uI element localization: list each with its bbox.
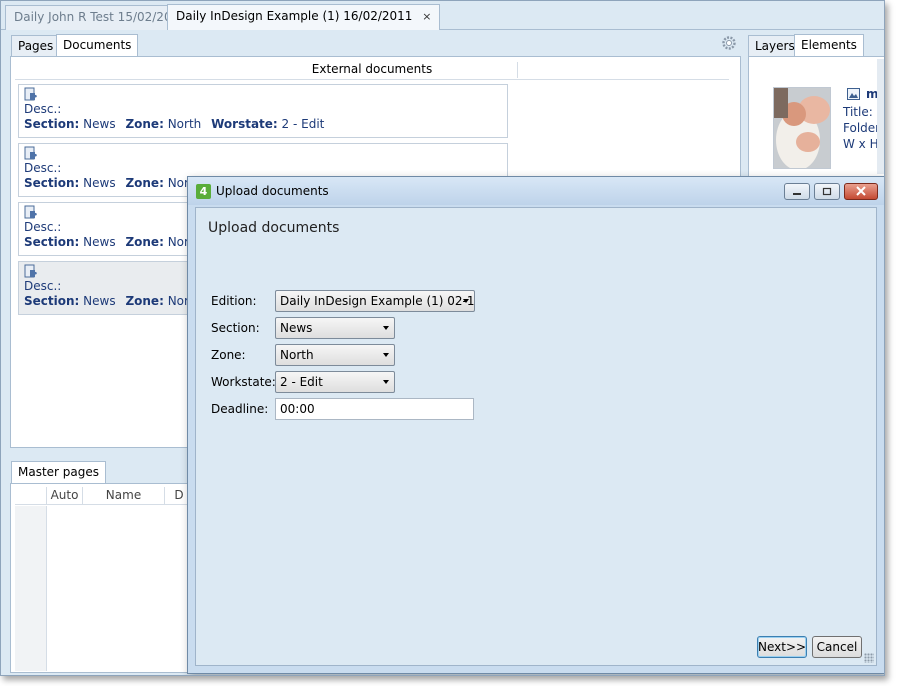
tab-documents-label: Documents [63, 38, 132, 52]
image-type-icon [847, 88, 860, 100]
tab-elements-label: Elements [801, 38, 857, 52]
tab-documents[interactable]: Documents [56, 34, 139, 57]
dialog-body: Upload documents Edition: Daily InDesign… [195, 207, 877, 666]
document-puzzle-icon [24, 146, 37, 160]
application-window: Daily John R Test 15/02/2011 Daily InDes… [0, 0, 885, 676]
master-pages-grid-header: Auto Name D [15, 487, 193, 505]
workstate-label: Worstate: [211, 117, 278, 131]
tab-pages[interactable]: Pages [11, 35, 61, 57]
zone-select[interactable]: North [275, 344, 395, 366]
dialog-heading: Upload documents [208, 220, 340, 236]
document-puzzle-icon [24, 264, 37, 278]
tab-label: Daily InDesign Example (1) 16/02/2011 [176, 9, 413, 23]
row-header-column [15, 506, 47, 671]
tab-elements[interactable]: Elements [794, 34, 864, 57]
tab-master-pages[interactable]: Master pages [11, 461, 107, 484]
section-label: Section: [24, 294, 80, 308]
minimize-icon [793, 193, 801, 195]
column-header-name[interactable]: Name [83, 487, 165, 505]
section-value: News [83, 294, 116, 308]
close-window-button[interactable] [844, 183, 878, 200]
workstate-select-value: 2 - Edit [280, 375, 323, 389]
dialog-title: Upload documents [216, 184, 329, 198]
edition-label: Edition: [211, 294, 257, 308]
close-icon [856, 186, 866, 196]
tab-daily-indesign-example[interactable]: Daily InDesign Example (1) 16/02/2011 × [167, 4, 441, 30]
zone-label: Zone: [125, 294, 164, 308]
column-header-auto-label: Auto [50, 488, 79, 502]
cancel-button[interactable]: Cancel [812, 636, 862, 658]
close-tab-icon[interactable]: × [422, 10, 431, 23]
upload-documents-dialog: 4 Upload documents Upload documents Edit… [187, 176, 884, 674]
tab-label: Daily John R Test 15/02/2011 [14, 10, 187, 24]
section-value: News [83, 176, 116, 190]
column-divider [517, 62, 518, 78]
section-select[interactable]: News [275, 317, 395, 339]
desc-line: Desc.: [24, 102, 62, 116]
master-pages-panel: Auto Name D [10, 483, 195, 673]
maximize-icon [822, 187, 832, 196]
column-header-select [15, 487, 47, 505]
app-logo-icon: 4 [196, 184, 211, 199]
section-label: Section: [24, 176, 80, 190]
chevron-down-icon [383, 380, 389, 384]
zone-label: Zone: [125, 176, 164, 190]
gear-icon[interactable] [721, 35, 737, 51]
workstate-select[interactable]: 2 - Edit [275, 371, 395, 393]
external-documents-header: External documents [15, 60, 729, 80]
column-header-external-documents: External documents [311, 62, 433, 76]
deadline-label: Deadline: [211, 402, 269, 416]
document-puzzle-icon [24, 87, 37, 101]
section-label: Section: [211, 321, 260, 335]
document-puzzle-icon [24, 205, 37, 219]
document-tab-strip: Daily John R Test 15/02/2011 Daily InDes… [1, 1, 884, 30]
edition-select[interactable]: Daily InDesign Example (1) 02-16- [275, 290, 475, 312]
deadline-input[interactable]: 00:00 [275, 398, 474, 420]
column-header-d-label: D [174, 488, 184, 502]
section-label: Section: [24, 235, 80, 249]
baby-photo-image [774, 88, 830, 168]
resize-grip[interactable] [864, 653, 874, 663]
tab-layers-label: Layers [755, 39, 795, 53]
dialog-titlebar[interactable]: 4 Upload documents [188, 177, 884, 205]
element-thumbnail-image[interactable] [773, 87, 831, 169]
tab-pages-label: Pages [18, 39, 54, 53]
next-button[interactable]: Next>> [757, 636, 807, 658]
zone-label: Zone: [125, 235, 164, 249]
workstate-value: 2 - Edit [281, 117, 325, 131]
section-value: News [83, 117, 116, 131]
section-label: Section: [24, 117, 80, 131]
section-select-value: News [280, 321, 313, 335]
zone-label: Zone: [125, 117, 164, 131]
chevron-down-icon [383, 326, 389, 330]
zone-select-value: North [280, 348, 314, 362]
workstate-label: Workstate: [211, 375, 276, 389]
tab-master-pages-label: Master pages [18, 465, 100, 479]
edition-select-value: Daily InDesign Example (1) 02-16- [280, 294, 475, 308]
zone-value: North [167, 117, 202, 131]
column-header-name-label: Name [105, 488, 142, 502]
elements-scrollbar[interactable] [877, 59, 884, 174]
document-item[interactable]: Desc.: Section: News Zone: North Worstat… [18, 84, 508, 138]
section-value: News [83, 235, 116, 249]
chevron-down-icon [383, 353, 389, 357]
column-header-auto[interactable]: Auto [47, 487, 83, 505]
chevron-down-icon [463, 299, 469, 303]
zone-label: Zone: [211, 348, 246, 362]
desc-line: Desc.: [24, 161, 62, 175]
metadata-line: Section: News Zone: North Worstate: 2 - … [24, 117, 502, 132]
maximize-button[interactable] [814, 183, 840, 200]
minimize-button[interactable] [784, 183, 810, 200]
